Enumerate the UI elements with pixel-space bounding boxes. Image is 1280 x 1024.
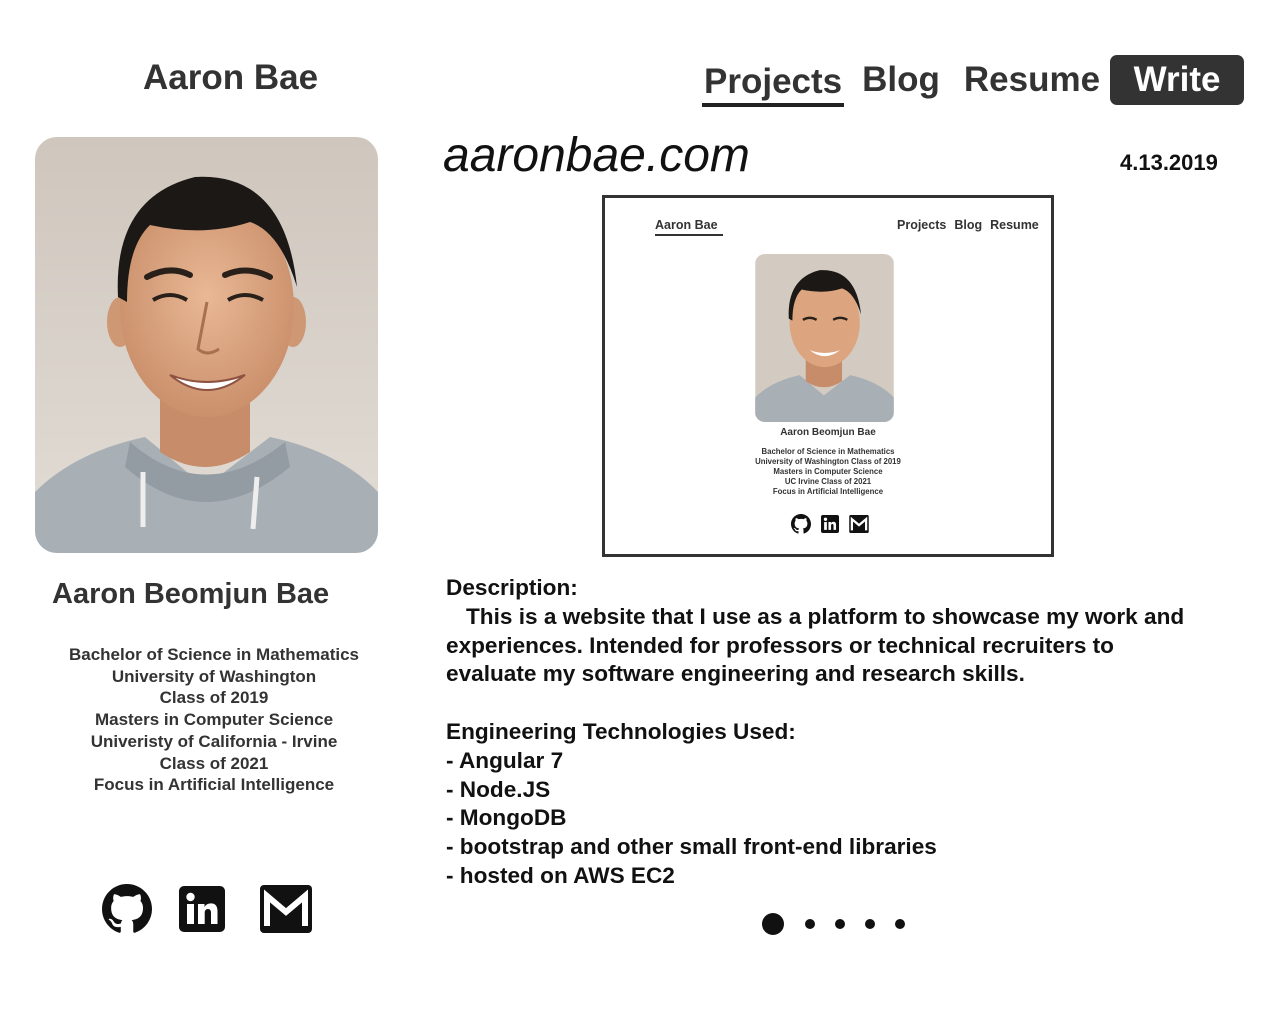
carousel-dot[interactable] bbox=[805, 919, 815, 929]
nav-resume[interactable]: Resume bbox=[964, 60, 1100, 100]
preview-nav-item: Blog bbox=[954, 218, 983, 232]
profile-photo bbox=[35, 137, 378, 553]
preview-credentials: Bachelor of Science in Mathematics Unive… bbox=[605, 447, 1051, 497]
carousel-dot[interactable] bbox=[835, 919, 845, 929]
credential-line: Class of 2019 bbox=[159, 688, 269, 708]
social-links bbox=[102, 884, 314, 934]
preview-credential-line: Masters in Computer Science bbox=[773, 467, 883, 476]
tech-item: - Angular 7 bbox=[446, 747, 564, 773]
nav-write-button[interactable]: Write bbox=[1110, 55, 1245, 105]
project-screenshot: Aaron Bae Projects Blog Resume Aaron Beo… bbox=[602, 195, 1054, 557]
credential-line: Univeristy of California - Irvine bbox=[90, 731, 338, 751]
nav-projects[interactable]: Projects bbox=[702, 59, 845, 107]
tech-heading: Engineering Technologies Used: bbox=[446, 718, 796, 744]
carousel-dot[interactable] bbox=[895, 919, 905, 929]
carousel-indicators bbox=[762, 913, 912, 937]
project-date: 4.13.2019 bbox=[1120, 150, 1218, 175]
preview-nav-item: Resume bbox=[990, 218, 1039, 232]
preview-credential-line: Focus in Artificial Intelligence bbox=[772, 487, 884, 496]
brand-link[interactable]: Aaron Bae bbox=[143, 58, 318, 98]
credential-line: University of Washington bbox=[111, 666, 317, 686]
github-icon[interactable] bbox=[102, 884, 152, 939]
credential-line: Masters in Computer Science bbox=[94, 710, 334, 730]
carousel-dot[interactable] bbox=[865, 919, 875, 929]
main-nav: Projects Blog Resume Write bbox=[702, 55, 1245, 107]
preview-linkedin-icon bbox=[821, 515, 839, 533]
credential-line: Focus in Artificial Intelligence bbox=[93, 775, 335, 795]
nav-blog[interactable]: Blog bbox=[862, 60, 940, 100]
profile-name: Aaron Beomjun Bae bbox=[52, 578, 330, 610]
tech-item: - bootstrap and other small front-end li… bbox=[446, 834, 937, 860]
preview-socials bbox=[791, 514, 871, 534]
carousel-dot-active[interactable] bbox=[762, 913, 784, 935]
description-line: This is a website that I use as a platfo… bbox=[466, 603, 1185, 629]
credential-line: Bachelor of Science in Mathematics bbox=[68, 645, 360, 664]
preview-gmail-icon bbox=[849, 515, 869, 533]
preview-nav: Projects Blog Resume bbox=[897, 218, 1039, 232]
preview-credential-line: Bachelor of Science in Mathematics bbox=[761, 447, 895, 456]
preview-brand: Aaron Bae bbox=[655, 218, 723, 236]
project-title: aaronbae.com bbox=[443, 129, 750, 182]
project-content: Description: This is a website that I us… bbox=[446, 574, 1246, 891]
preview-github-icon bbox=[791, 514, 811, 534]
description-heading: Description: bbox=[446, 575, 578, 600]
credential-line: Class of 2021 bbox=[159, 753, 269, 773]
tech-item: - Node.JS bbox=[446, 776, 551, 802]
description-line: experiences. Intended for professors or … bbox=[446, 632, 1114, 658]
preview-credential-line: UC Irvine Class of 2021 bbox=[784, 477, 872, 486]
linkedin-icon[interactable] bbox=[179, 886, 225, 937]
preview-nav-item: Projects bbox=[897, 218, 947, 232]
tech-item: - MongoDB bbox=[446, 805, 567, 831]
preview-photo bbox=[755, 254, 894, 422]
tech-item: - hosted on AWS EC2 bbox=[446, 862, 675, 888]
gmail-icon[interactable] bbox=[260, 885, 312, 938]
preview-credential-line: University of Washington Class of 2019 bbox=[755, 457, 901, 466]
preview-name: Aaron Beomjun Bae bbox=[780, 427, 876, 438]
profile-credentials: Bachelor of Science in Mathematics Unive… bbox=[54, 644, 374, 796]
description-line: evaluate my software engineering and res… bbox=[446, 661, 1025, 687]
